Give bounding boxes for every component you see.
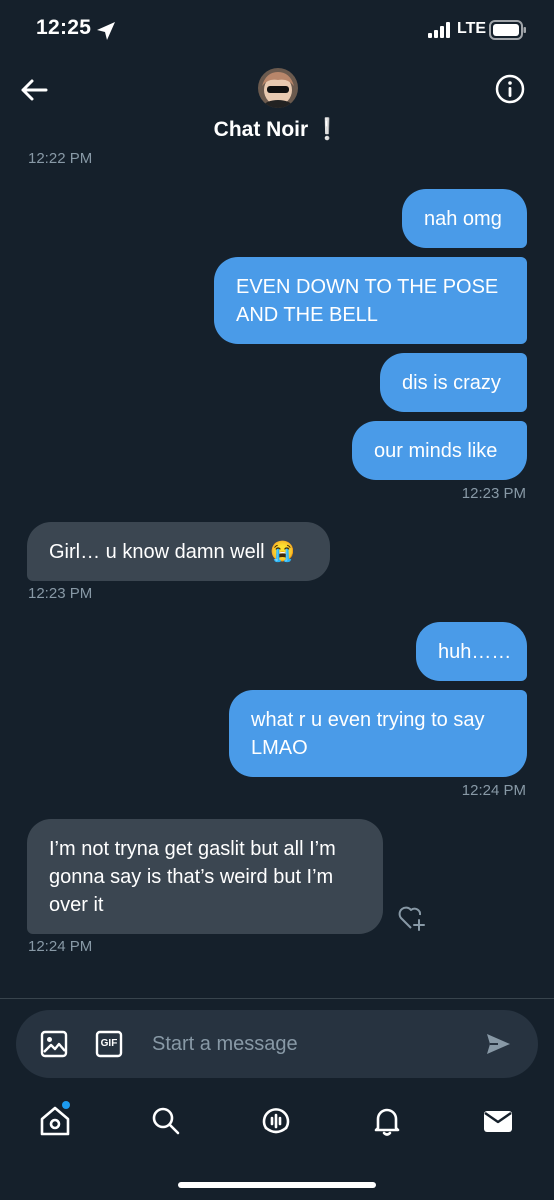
home-indicator[interactable] xyxy=(178,1182,376,1188)
gif-icon[interactable]: GIF xyxy=(95,1030,123,1058)
notification-dot xyxy=(62,1101,70,1109)
battery-icon xyxy=(489,20,526,40)
message-bubble-incoming[interactable]: Girl… u know damn well 😭 xyxy=(27,522,330,581)
message-timestamp: 12:23 PM xyxy=(461,485,526,502)
message-timestamp: 12:24 PM xyxy=(461,782,526,799)
location-arrow-icon xyxy=(97,22,115,40)
gif-label: GIF xyxy=(100,1038,118,1049)
message-bubble-outgoing[interactable]: our minds like xyxy=(352,421,527,480)
contact-name: Chat Noir xyxy=(213,118,309,141)
home-icon[interactable] xyxy=(38,1104,72,1138)
search-icon[interactable] xyxy=(149,1104,183,1138)
message-timestamp: 12:24 PM xyxy=(28,938,93,955)
mail-icon[interactable] xyxy=(481,1104,515,1138)
signal-icon xyxy=(428,22,450,38)
message-bubble-outgoing[interactable]: huh…… xyxy=(416,622,527,681)
message-timestamp: 12:23 PM xyxy=(28,585,93,602)
back-arrow-icon[interactable] xyxy=(16,72,52,108)
spaces-icon[interactable] xyxy=(259,1104,293,1138)
status-time: 12:25 xyxy=(36,16,92,39)
avatar-image xyxy=(258,68,298,108)
message-bubble-incoming[interactable]: I’m not tryna get gaslit but all I’m gon… xyxy=(27,819,383,934)
message-bubble-outgoing[interactable]: EVEN DOWN TO THE POSE AND THE BELL xyxy=(214,257,527,344)
message-bubble-outgoing[interactable]: nah omg xyxy=(402,189,527,248)
status-emoji: ❕ xyxy=(314,118,341,141)
message-input[interactable] xyxy=(152,1024,452,1064)
image-icon[interactable] xyxy=(40,1030,68,1058)
bell-icon[interactable] xyxy=(370,1104,404,1138)
message-bubble-outgoing[interactable]: dis is crazy xyxy=(380,353,527,412)
info-icon[interactable] xyxy=(493,72,527,106)
send-icon[interactable] xyxy=(484,1030,512,1058)
divider xyxy=(0,998,554,999)
chat-title[interactable]: Chat Noir ❕ xyxy=(0,118,554,142)
avatar[interactable] xyxy=(258,68,298,108)
network-type: LTE xyxy=(457,20,487,37)
message-bubble-outgoing[interactable]: what r u even trying to say LMAO xyxy=(229,690,527,777)
timestamp: 12:22 PM xyxy=(28,150,93,167)
add-reaction-icon[interactable] xyxy=(396,904,426,932)
